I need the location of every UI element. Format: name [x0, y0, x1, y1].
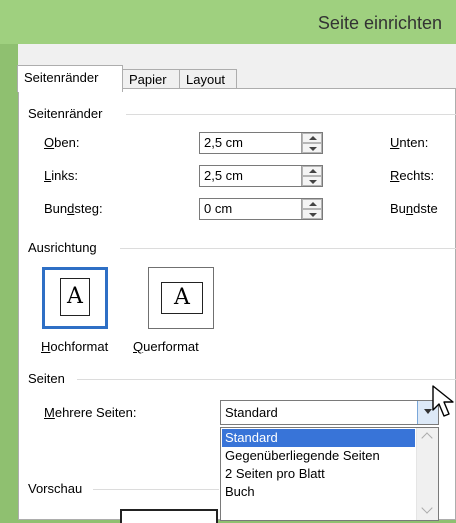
tab-layout[interactable]: Layout [179, 69, 237, 90]
multiple-pages-value: Standard [225, 405, 278, 420]
portrait-page-icon: A [60, 278, 90, 316]
landscape-button[interactable]: A [148, 267, 214, 329]
spin-up-button[interactable] [302, 199, 322, 209]
top-margin-value: 2,5 cm [204, 135, 244, 150]
list-item[interactable]: Gegenüberliegende Seiten [222, 447, 380, 465]
orientation-group-label: Ausrichtung [28, 240, 97, 255]
down-arrow-icon [309, 213, 317, 217]
spin-up-button[interactable] [302, 133, 322, 143]
multiple-pages-combo[interactable]: Standard [220, 400, 439, 425]
multiple-pages-label: Mehrere Seiten: [44, 405, 137, 420]
list-item[interactable]: 2 Seiten pro Blatt [222, 465, 325, 483]
spin-up-button[interactable] [302, 166, 322, 176]
page-setup-dialog: Seitenränder Papier Layout Seitenränder … [17, 44, 456, 523]
list-item[interactable]: Buch [222, 483, 255, 501]
left-label: Links: [44, 168, 78, 183]
spin-down-button[interactable] [302, 176, 322, 186]
chevron-down-icon [421, 502, 433, 514]
preview-page [120, 509, 218, 523]
gutter-position-label: Bundste [390, 201, 438, 216]
list-scrollbar[interactable] [416, 428, 438, 520]
margins-group-label: Seitenränder [28, 106, 103, 121]
gutter-label: Bundsteg: [44, 201, 103, 216]
divider [126, 114, 456, 115]
portrait-label: Hochformat [41, 339, 109, 354]
spinner-buttons [301, 199, 322, 219]
up-arrow-icon [309, 202, 317, 206]
left-margin-spinner[interactable]: 2,5 cm [199, 165, 323, 187]
list-item[interactable]: Standard [222, 429, 415, 447]
divider [120, 248, 456, 249]
top-margin-spinner[interactable]: 2,5 cm [199, 132, 323, 154]
left-margin-value: 2,5 cm [204, 168, 244, 183]
divider [77, 379, 456, 380]
spinner-buttons [301, 133, 322, 153]
tab-panel: Seitenränder Oben: 2,5 cm Unten: Links: … [18, 88, 456, 523]
landscape-label: Querformat [133, 339, 199, 354]
window-title: Seite einrichten [317, 13, 442, 33]
tab-paper[interactable]: Papier [122, 69, 180, 90]
landscape-page-icon: A [161, 282, 203, 314]
bottom-label: Unten: [390, 135, 429, 150]
spin-down-button[interactable] [302, 143, 322, 153]
down-arrow-icon [309, 180, 317, 184]
mouse-pointer-icon [432, 385, 454, 417]
spin-down-button[interactable] [302, 209, 322, 219]
up-arrow-icon [309, 169, 317, 173]
chevron-up-icon [421, 432, 433, 444]
portrait-button[interactable]: A [42, 267, 108, 329]
gutter-spinner[interactable]: 0 cm [199, 198, 323, 220]
right-label: Rechts: [390, 168, 435, 183]
tab-margins[interactable]: Seitenränder [17, 65, 123, 92]
up-arrow-icon [309, 136, 317, 140]
pages-group-label: Seiten [28, 371, 65, 386]
top-label: Oben: [44, 135, 80, 150]
spinner-buttons [301, 166, 322, 186]
gutter-value: 0 cm [204, 201, 233, 216]
title-bar: Seite einrichten [0, 0, 456, 44]
multiple-pages-list: Standard Gegenüberliegende Seiten 2 Seit… [220, 427, 439, 521]
down-arrow-icon [309, 147, 317, 151]
divider [93, 489, 219, 490]
preview-group-label: Vorschau [28, 481, 83, 496]
